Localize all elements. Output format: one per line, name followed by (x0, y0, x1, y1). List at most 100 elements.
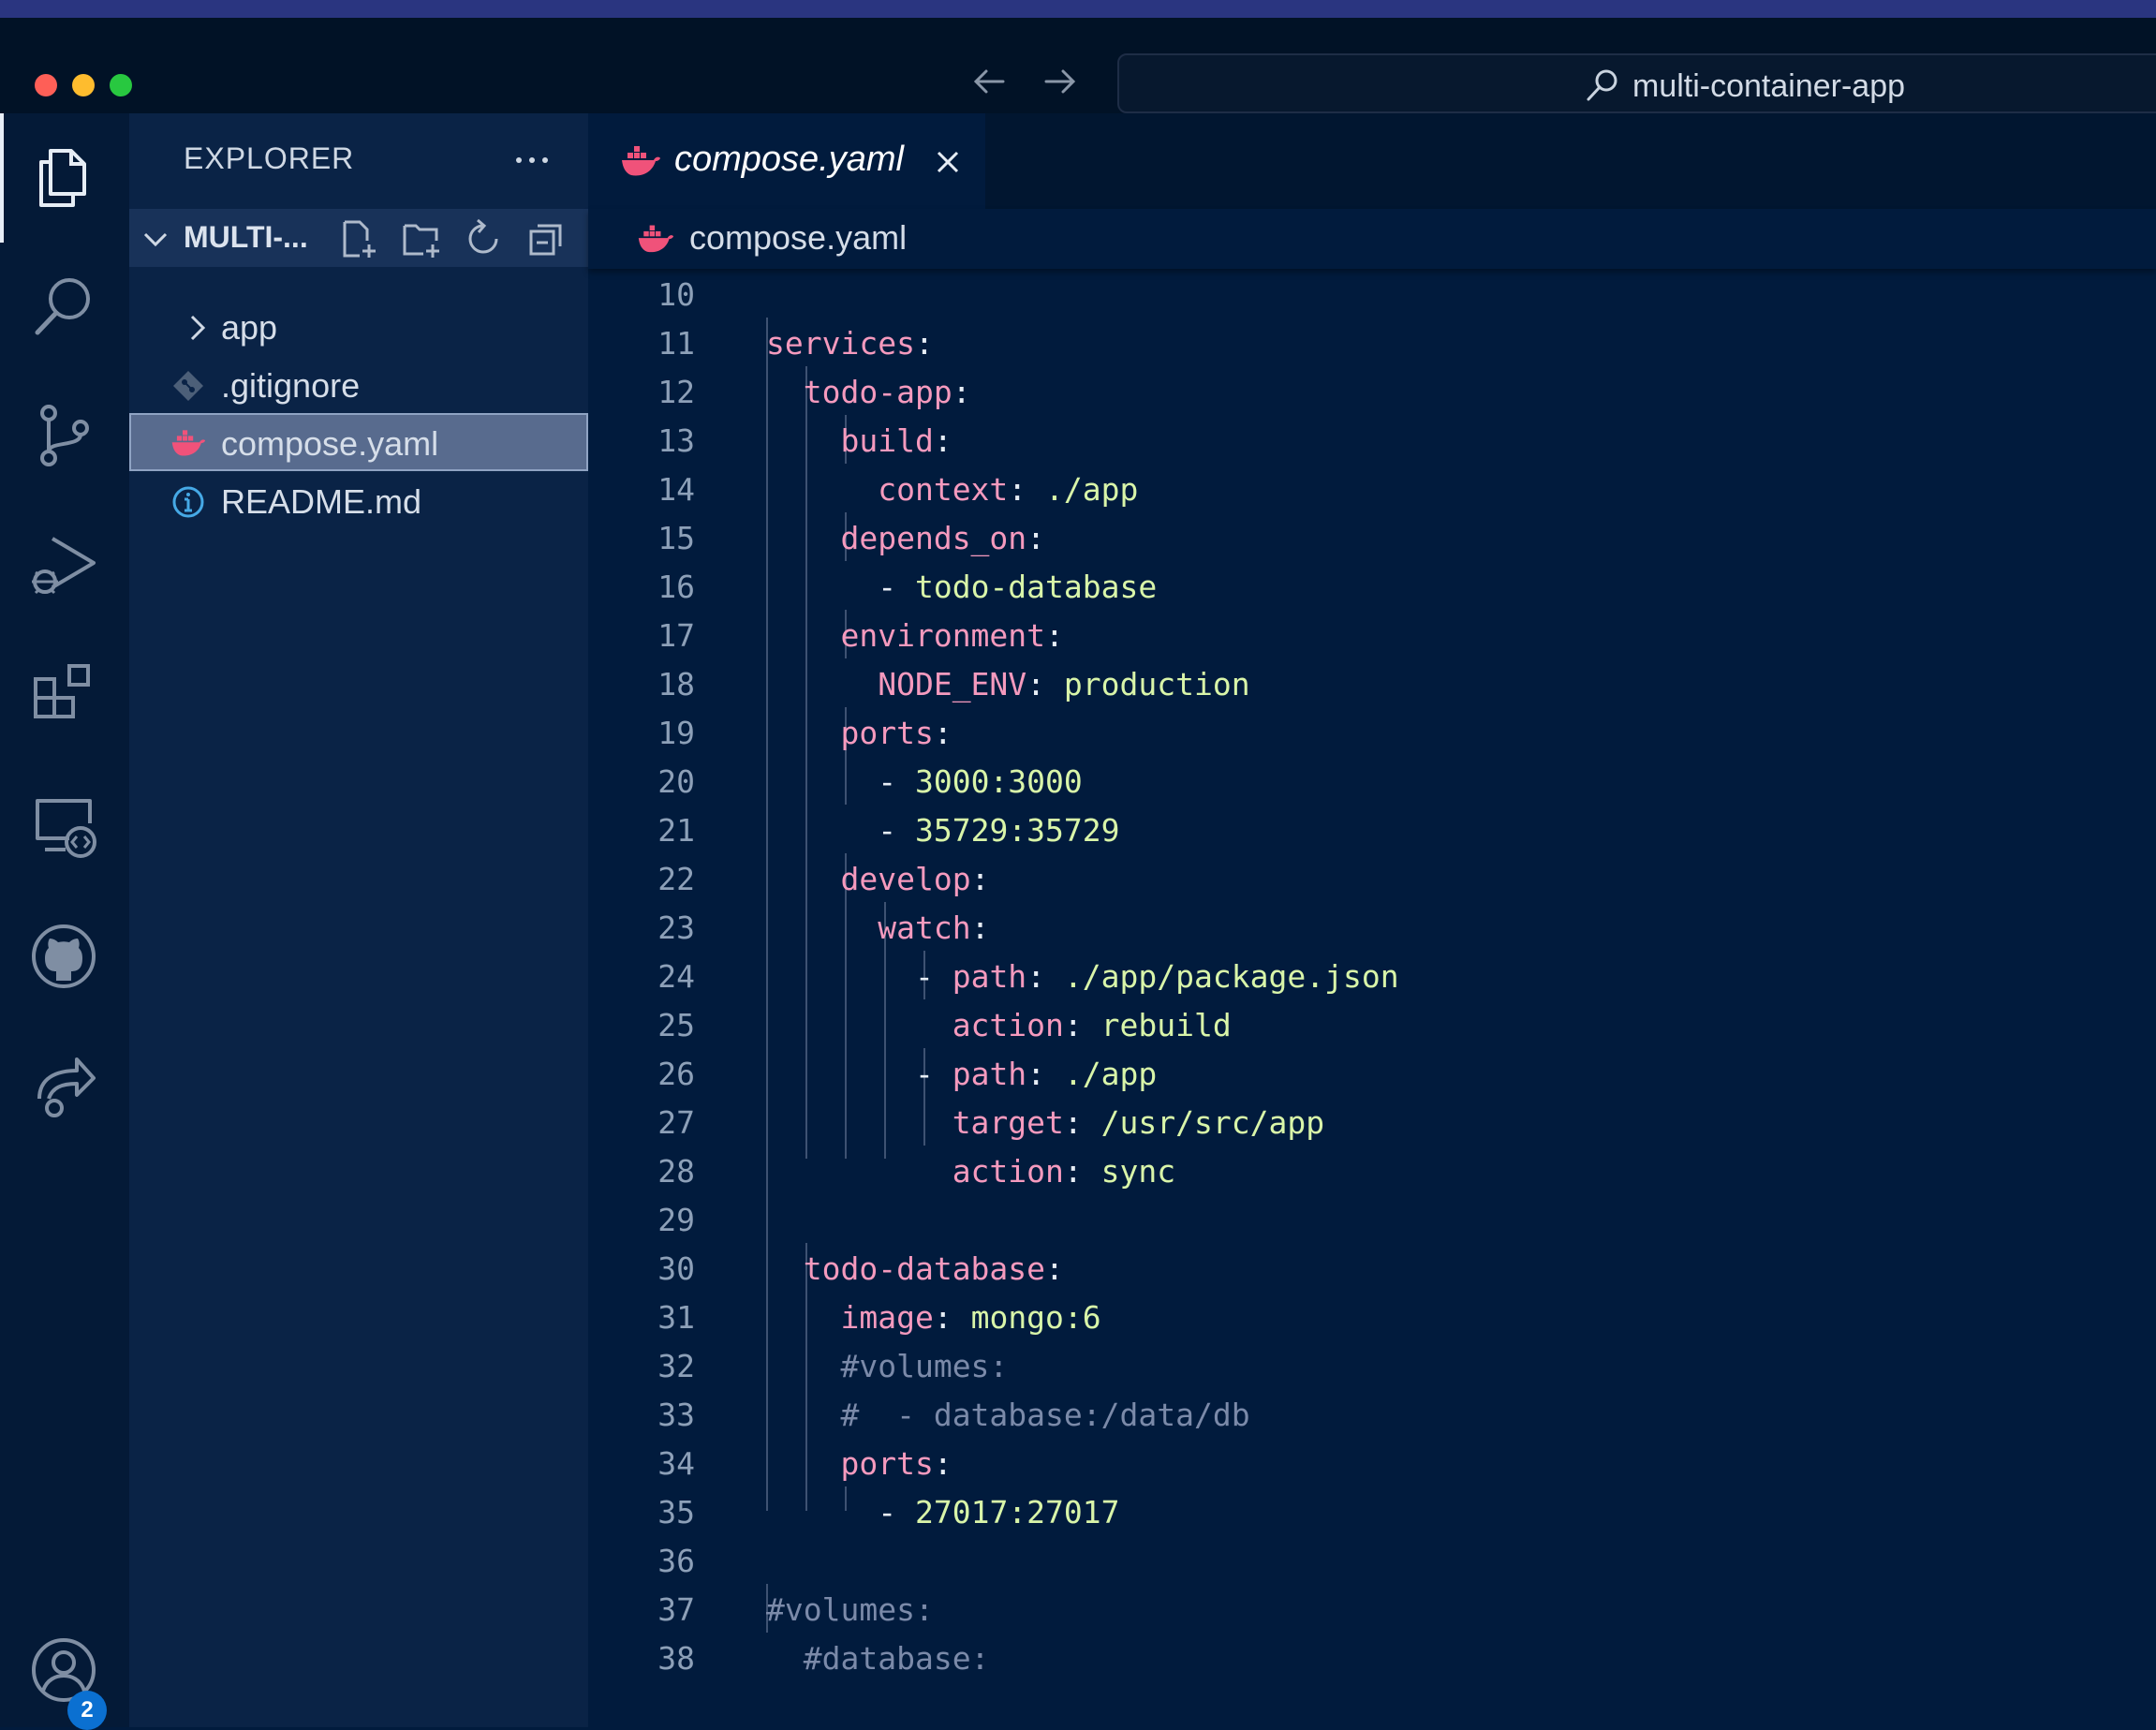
code-line[interactable]: 29 (588, 1194, 2156, 1243)
tab-label: compose.yaml (674, 140, 904, 179)
activity-extensions[interactable] (0, 634, 129, 747)
line-content: - path: ./app/package.json (766, 958, 1399, 995)
new-file-icon[interactable] (337, 218, 378, 259)
code-line[interactable]: 34 ports: (588, 1438, 2156, 1486)
activity-explorer[interactable] (0, 113, 129, 243)
tree-item-gitignore[interactable]: .gitignore (129, 355, 588, 413)
code-token: - (878, 812, 915, 849)
line-content: - 27017:27017 (766, 1494, 1119, 1530)
git-icon (173, 371, 203, 401)
activity-search[interactable] (0, 244, 129, 357)
code-token: : (1026, 520, 1046, 556)
line-content: action: sync (766, 1153, 1175, 1190)
source-control-icon (40, 405, 89, 466)
tree-item-app[interactable]: app (129, 297, 588, 355)
code-line[interactable]: 18 NODE_ENV: production (588, 658, 2156, 707)
code-line[interactable]: 36 (588, 1535, 2156, 1584)
line-content: context: ./app (766, 471, 1138, 508)
code-token: action (952, 1153, 1064, 1190)
code-token: # - database:/data/db (840, 1397, 1250, 1433)
code-line[interactable]: 32 #volumes: (588, 1340, 2156, 1389)
docker-icon (622, 146, 660, 176)
code-token: mongo:6 (970, 1299, 1101, 1336)
code-line[interactable]: 11 services: (588, 318, 2156, 366)
code-token: : (933, 422, 952, 459)
code-token: #volumes: (840, 1348, 1009, 1384)
activity-github[interactable] (0, 895, 129, 1007)
code-editor[interactable]: 10 11 services: 12 todo-app: 13 build: 14 con… (588, 269, 2156, 1727)
line-number: 22 (657, 861, 695, 897)
arrow-right-icon[interactable] (1037, 59, 1082, 104)
code-line[interactable]: 28 action: sync (588, 1146, 2156, 1194)
code-token: - (878, 763, 915, 800)
activity-accounts[interactable]: 2 (0, 1608, 129, 1730)
activity-run-debug[interactable] (0, 505, 129, 617)
code-line[interactable]: 27 target: /usr/src/app (588, 1097, 2156, 1146)
info-icon (172, 486, 204, 518)
code-line[interactable]: 14 context: ./app (588, 464, 2156, 512)
code-line[interactable]: 17 environment: (588, 610, 2156, 658)
minimize-window-button[interactable] (72, 74, 95, 96)
line-content: #volumes: (766, 1348, 1008, 1384)
line-number: 37 (657, 1591, 695, 1628)
code-line[interactable]: 31 image: mongo:6 (588, 1292, 2156, 1340)
code-line[interactable]: 37 #volumes: (588, 1584, 2156, 1633)
more-actions-icon[interactable] (504, 132, 560, 188)
arrow-left-icon[interactable] (967, 59, 1012, 104)
tab-compose-yaml[interactable]: compose.yaml (588, 113, 985, 209)
code-line[interactable]: 22 develop: (588, 853, 2156, 902)
new-folder-icon[interactable] (401, 218, 442, 259)
line-content: target: /usr/src/app (766, 1104, 1324, 1141)
code-line[interactable]: 20 - 3000:3000 (588, 756, 2156, 805)
code-line[interactable]: 15 depends_on: (588, 512, 2156, 561)
chevron-right-icon (190, 315, 206, 341)
line-content: ports: (766, 715, 952, 751)
zoom-window-button[interactable] (110, 74, 132, 96)
close-icon[interactable] (931, 145, 965, 179)
code-line[interactable]: 30 todo-database: (588, 1243, 2156, 1292)
title-bar: multi-container-app (0, 18, 2156, 113)
code-token: - (914, 1056, 952, 1092)
activity-source-control[interactable] (0, 374, 129, 486)
code-line[interactable]: 13 build: (588, 415, 2156, 464)
code-line[interactable]: 23 watch: (588, 902, 2156, 951)
code-line[interactable]: 26 - path: ./app (588, 1048, 2156, 1097)
code-line[interactable]: 33 # - database:/data/db (588, 1389, 2156, 1438)
tree-item-compose-yaml[interactable]: compose.yaml (129, 413, 588, 471)
activity-remote-explorer[interactable] (0, 765, 129, 878)
code-line[interactable]: 12 todo-app: (588, 366, 2156, 415)
tree-item-readme[interactable]: README.md (129, 471, 588, 529)
code-line[interactable]: 21 - 35729:35729 (588, 805, 2156, 853)
code-line[interactable]: 19 ports: (588, 707, 2156, 756)
line-number: 29 (657, 1202, 695, 1238)
code-line[interactable]: 35 - 27017:27017 (588, 1486, 2156, 1535)
workspace-folder-header[interactable]: MULTI-... (129, 209, 588, 267)
code-token: environment (840, 617, 1046, 654)
explorer-sidebar: EXPLORER MULTI-... app .gitignore compos… (129, 113, 588, 1727)
code-token: todo-app (803, 374, 952, 410)
code-line[interactable]: 25 action: rebuild (588, 999, 2156, 1048)
code-line[interactable]: 24 - path: ./app/package.json (588, 951, 2156, 999)
workspace-folder-name: MULTI-... (184, 220, 308, 254)
line-content: action: rebuild (766, 1007, 1232, 1043)
refresh-icon[interactable] (463, 218, 504, 259)
code-line[interactable]: 38 #database: (588, 1633, 2156, 1681)
close-window-button[interactable] (35, 74, 57, 96)
activity-live-share[interactable] (0, 1024, 129, 1136)
code-line[interactable]: 10 (588, 269, 2156, 318)
code-token: : (1026, 666, 1064, 702)
breadcrumb-file[interactable]: compose.yaml (689, 218, 907, 258)
command-center-search[interactable]: multi-container-app (1117, 53, 2156, 113)
github-icon (32, 924, 96, 988)
docker-icon (171, 430, 206, 456)
line-content: # - database:/data/db (766, 1397, 1250, 1433)
line-number: 20 (657, 763, 695, 800)
collapse-all-icon[interactable] (526, 218, 568, 259)
code-line[interactable]: 16 - todo-database (588, 561, 2156, 610)
line-number: 34 (657, 1445, 695, 1482)
